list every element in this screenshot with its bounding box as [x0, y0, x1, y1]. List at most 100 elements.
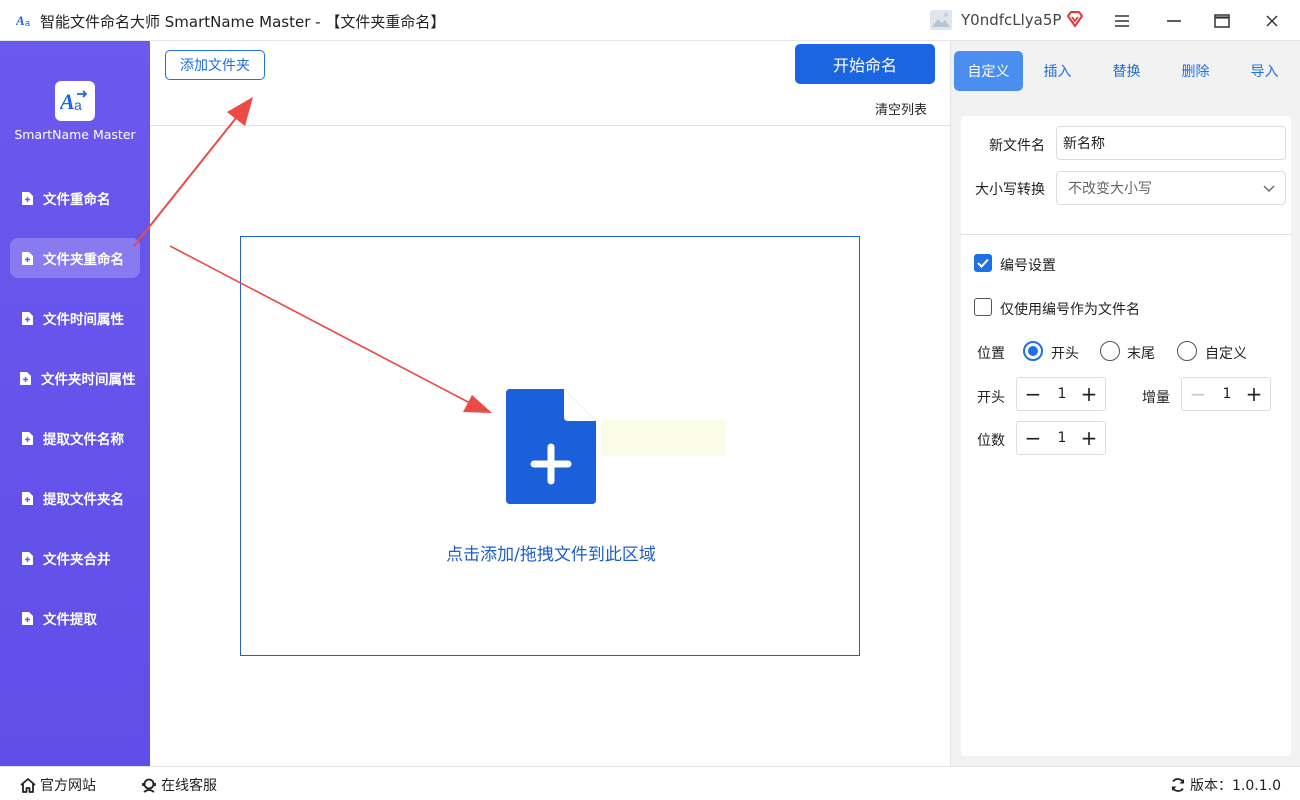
document-icon [22, 311, 33, 325]
add-file-icon [506, 389, 596, 504]
nav-label: 提取文件名称 [43, 432, 124, 448]
app-logo-icon: A a [16, 13, 30, 28]
nav-label: 文件夹重命名 [43, 252, 124, 268]
nav-folder-time[interactable]: 文件夹时间属性 [10, 358, 140, 398]
nav-label: 文件提取 [43, 612, 97, 628]
maximize-icon [1214, 14, 1230, 28]
document-icon [22, 251, 33, 265]
nav-file-rename[interactable]: 文件重命名 [10, 178, 140, 218]
digits-decrement-button[interactable]: − [1019, 422, 1047, 454]
settings-panel: 自定义 插入 替换 删除 导入 新文件名 新名称 大小写转换 不改变大小写 编号… [950, 41, 1300, 766]
official-website-label: 官方网站 [40, 778, 96, 794]
annotation-arrowhead [227, 97, 253, 126]
position-start-label: 开头 [1051, 346, 1079, 362]
nav-label: 文件夹时间属性 [41, 372, 136, 388]
nav-folder-merge[interactable]: 文件夹合并 [10, 538, 140, 578]
digits-label: 位数 [977, 433, 1005, 449]
close-button[interactable] [1259, 8, 1285, 34]
user-avatar-icon[interactable] [930, 10, 952, 30]
increment-increment-button[interactable]: + [1240, 378, 1268, 410]
position-custom-radio[interactable] [1177, 341, 1197, 361]
new-name-label: 新文件名 [989, 138, 1045, 154]
close-icon [1266, 15, 1278, 27]
position-start-radio[interactable] [1023, 341, 1043, 361]
increment-decrement-button[interactable]: − [1184, 378, 1212, 410]
file-drop-zone[interactable]: 点击添加/拖拽文件到此区域 [240, 236, 860, 656]
svg-text:A: A [60, 89, 75, 114]
toolbar-divider [150, 125, 950, 126]
nav-extract-folder-names[interactable]: 提取文件夹名 [10, 478, 140, 518]
start-number-label: 开头 [977, 390, 1005, 406]
online-support-label: 在线客服 [161, 778, 217, 794]
hamburger-icon [1115, 15, 1129, 27]
case-conversion-select[interactable]: 不改变大小写 [1056, 171, 1286, 205]
digits-increment-button[interactable]: + [1075, 422, 1103, 454]
nav-label: 文件重命名 [43, 192, 111, 208]
app-logo: A a [55, 81, 95, 121]
tab-custom[interactable]: 自定义 [954, 51, 1023, 91]
nav-file-extract[interactable]: 文件提取 [10, 598, 140, 638]
digits-stepper: − 1 + [1016, 421, 1106, 455]
chevron-down-icon [1263, 185, 1275, 192]
checkmark-icon [977, 258, 989, 268]
new-name-input[interactable]: 新名称 [1056, 126, 1286, 160]
case-conversion-value: 不改变大小写 [1068, 181, 1152, 197]
only-number-label: 仅使用编号作为文件名 [1000, 302, 1140, 318]
menu-button[interactable] [1109, 8, 1135, 34]
customer-service-icon [142, 778, 156, 793]
document-icon [22, 611, 33, 625]
only-number-checkbox[interactable] [974, 298, 992, 316]
position-custom-label: 自定义 [1205, 346, 1247, 362]
position-label: 位置 [977, 346, 1005, 362]
username[interactable]: Y0ndfcLlya5P [961, 11, 1061, 29]
version-info[interactable]: 版本：1.0.1.0 [1170, 775, 1281, 795]
vip-diamond-icon[interactable] [1066, 10, 1084, 28]
nav-file-time[interactable]: 文件时间属性 [10, 298, 140, 338]
settings-tabs: 自定义 插入 替换 删除 导入 [954, 51, 1299, 91]
online-support-link[interactable]: 在线客服 [141, 775, 217, 795]
start-increment-button[interactable]: + [1075, 378, 1103, 410]
document-icon [22, 551, 33, 565]
window-title: 智能文件命名大师 SmartName Master - 【文件夹重命名】 [40, 13, 446, 31]
tab-delete[interactable]: 删除 [1161, 51, 1230, 91]
sidebar: A a SmartName Master 文件重命名 文件夹重命名 文件时间属性… [0, 41, 150, 766]
clear-list-button[interactable]: 清空列表 [875, 99, 927, 118]
start-number-stepper: − 1 + [1016, 377, 1106, 411]
increment-value[interactable]: 1 [1212, 378, 1242, 410]
increment-label: 增量 [1142, 390, 1170, 406]
start-number-value[interactable]: 1 [1047, 378, 1077, 410]
minimize-icon [1167, 20, 1181, 22]
increment-stepper: − 1 + [1181, 377, 1271, 411]
nav-label: 提取文件夹名 [43, 492, 124, 508]
nav-folder-rename[interactable]: 文件夹重命名 [10, 238, 140, 278]
start-decrement-button[interactable]: − [1019, 378, 1047, 410]
drop-zone-hint: 点击添加/拖拽文件到此区域 [446, 545, 656, 565]
svg-text:A: A [16, 13, 25, 28]
settings-card: 新文件名 新名称 大小写转换 不改变大小写 编号设置 仅使用编号作为文件名 位置… [961, 116, 1291, 756]
official-website-link[interactable]: 官方网站 [20, 775, 96, 795]
position-end-radio[interactable] [1100, 341, 1120, 361]
nav-label: 文件夹合并 [43, 552, 111, 568]
svg-text:a: a [74, 97, 82, 113]
document-icon [22, 431, 33, 445]
document-icon [20, 371, 31, 385]
svg-text:a: a [25, 18, 30, 28]
maximize-button[interactable] [1209, 8, 1235, 34]
digits-value[interactable]: 1 [1047, 422, 1077, 454]
add-folder-button[interactable]: 添加文件夹 [165, 50, 265, 80]
position-end-label: 末尾 [1127, 346, 1155, 362]
start-rename-button[interactable]: 开始命名 [795, 44, 935, 84]
tab-insert[interactable]: 插入 [1023, 51, 1092, 91]
smartname-logo-icon: A a [60, 89, 88, 114]
logo-text: SmartName Master [14, 127, 136, 142]
numbering-label: 编号设置 [1000, 258, 1056, 274]
card-divider [961, 234, 1291, 235]
drop-zone-glow [601, 420, 726, 456]
minimize-button[interactable] [1161, 8, 1187, 34]
document-icon [22, 491, 33, 505]
nav-extract-file-names[interactable]: 提取文件名称 [10, 418, 140, 458]
numbering-checkbox[interactable] [974, 254, 992, 272]
title-bar: A a 智能文件命名大师 SmartName Master - 【文件夹重命名】… [0, 0, 1300, 41]
tab-import[interactable]: 导入 [1230, 51, 1299, 91]
tab-replace[interactable]: 替换 [1092, 51, 1161, 91]
